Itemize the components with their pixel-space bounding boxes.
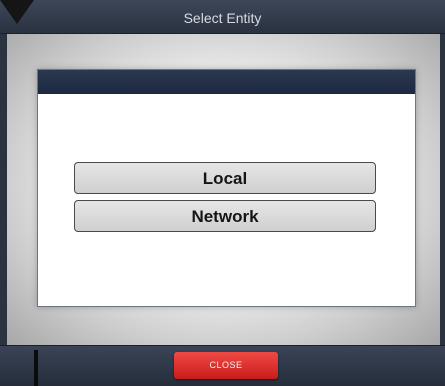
content-area: Local Network bbox=[7, 34, 440, 345]
select-entity-window: Select Entity Local Network CLOSE bbox=[0, 0, 445, 386]
text-cursor-icon bbox=[34, 350, 38, 386]
network-button[interactable]: Network bbox=[74, 200, 376, 232]
title-bar: Select Entity bbox=[0, 0, 445, 34]
window-title: Select Entity bbox=[183, 10, 262, 26]
bottom-bar: CLOSE bbox=[0, 345, 445, 386]
entity-dialog: Local Network bbox=[37, 69, 416, 307]
close-button[interactable]: CLOSE bbox=[174, 352, 278, 379]
mouse-pointer-icon bbox=[0, 0, 34, 24]
dialog-header bbox=[38, 70, 415, 94]
local-button[interactable]: Local bbox=[74, 162, 376, 194]
